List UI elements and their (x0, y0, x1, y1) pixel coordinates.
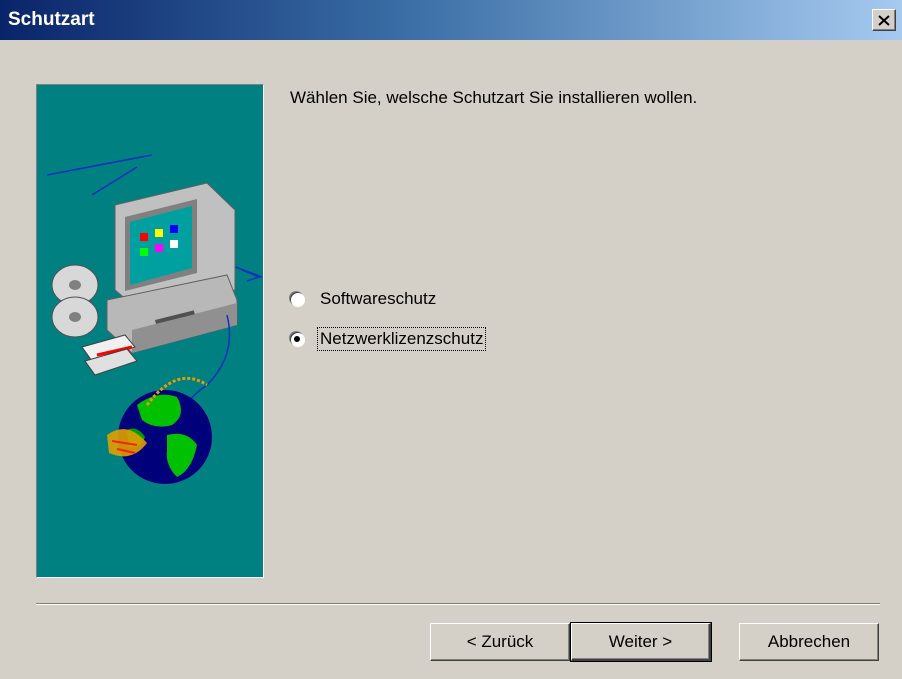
next-button[interactable]: Weiter > (570, 622, 712, 662)
radio-option-netzwerklizenzschutz[interactable]: Netzwerklizenzschutz (290, 327, 487, 351)
back-button[interactable]: < Zurück (430, 623, 570, 661)
radio-button[interactable] (290, 292, 304, 306)
close-button[interactable] (872, 9, 896, 31)
wizard-illustration (36, 84, 264, 578)
instruction-text: Wählen Sie, welsche Schutzart Sie instal… (290, 88, 698, 107)
radio-selected-dot (294, 336, 300, 342)
radio-option-softwareschutz[interactable]: Softwareschutz (290, 288, 438, 310)
window-title: Schutzart (8, 9, 95, 30)
radio-button-selected[interactable] (290, 332, 304, 346)
radio-label[interactable]: Netzwerklizenzschutz (316, 327, 487, 351)
computer-network-globe-illustration (46, 154, 263, 484)
radio-label[interactable]: Softwareschutz (318, 288, 438, 310)
close-icon (878, 14, 890, 26)
title-bar: Schutzart (0, 0, 902, 40)
cancel-button[interactable]: Abbrechen (739, 623, 879, 661)
separator-line (36, 603, 880, 605)
